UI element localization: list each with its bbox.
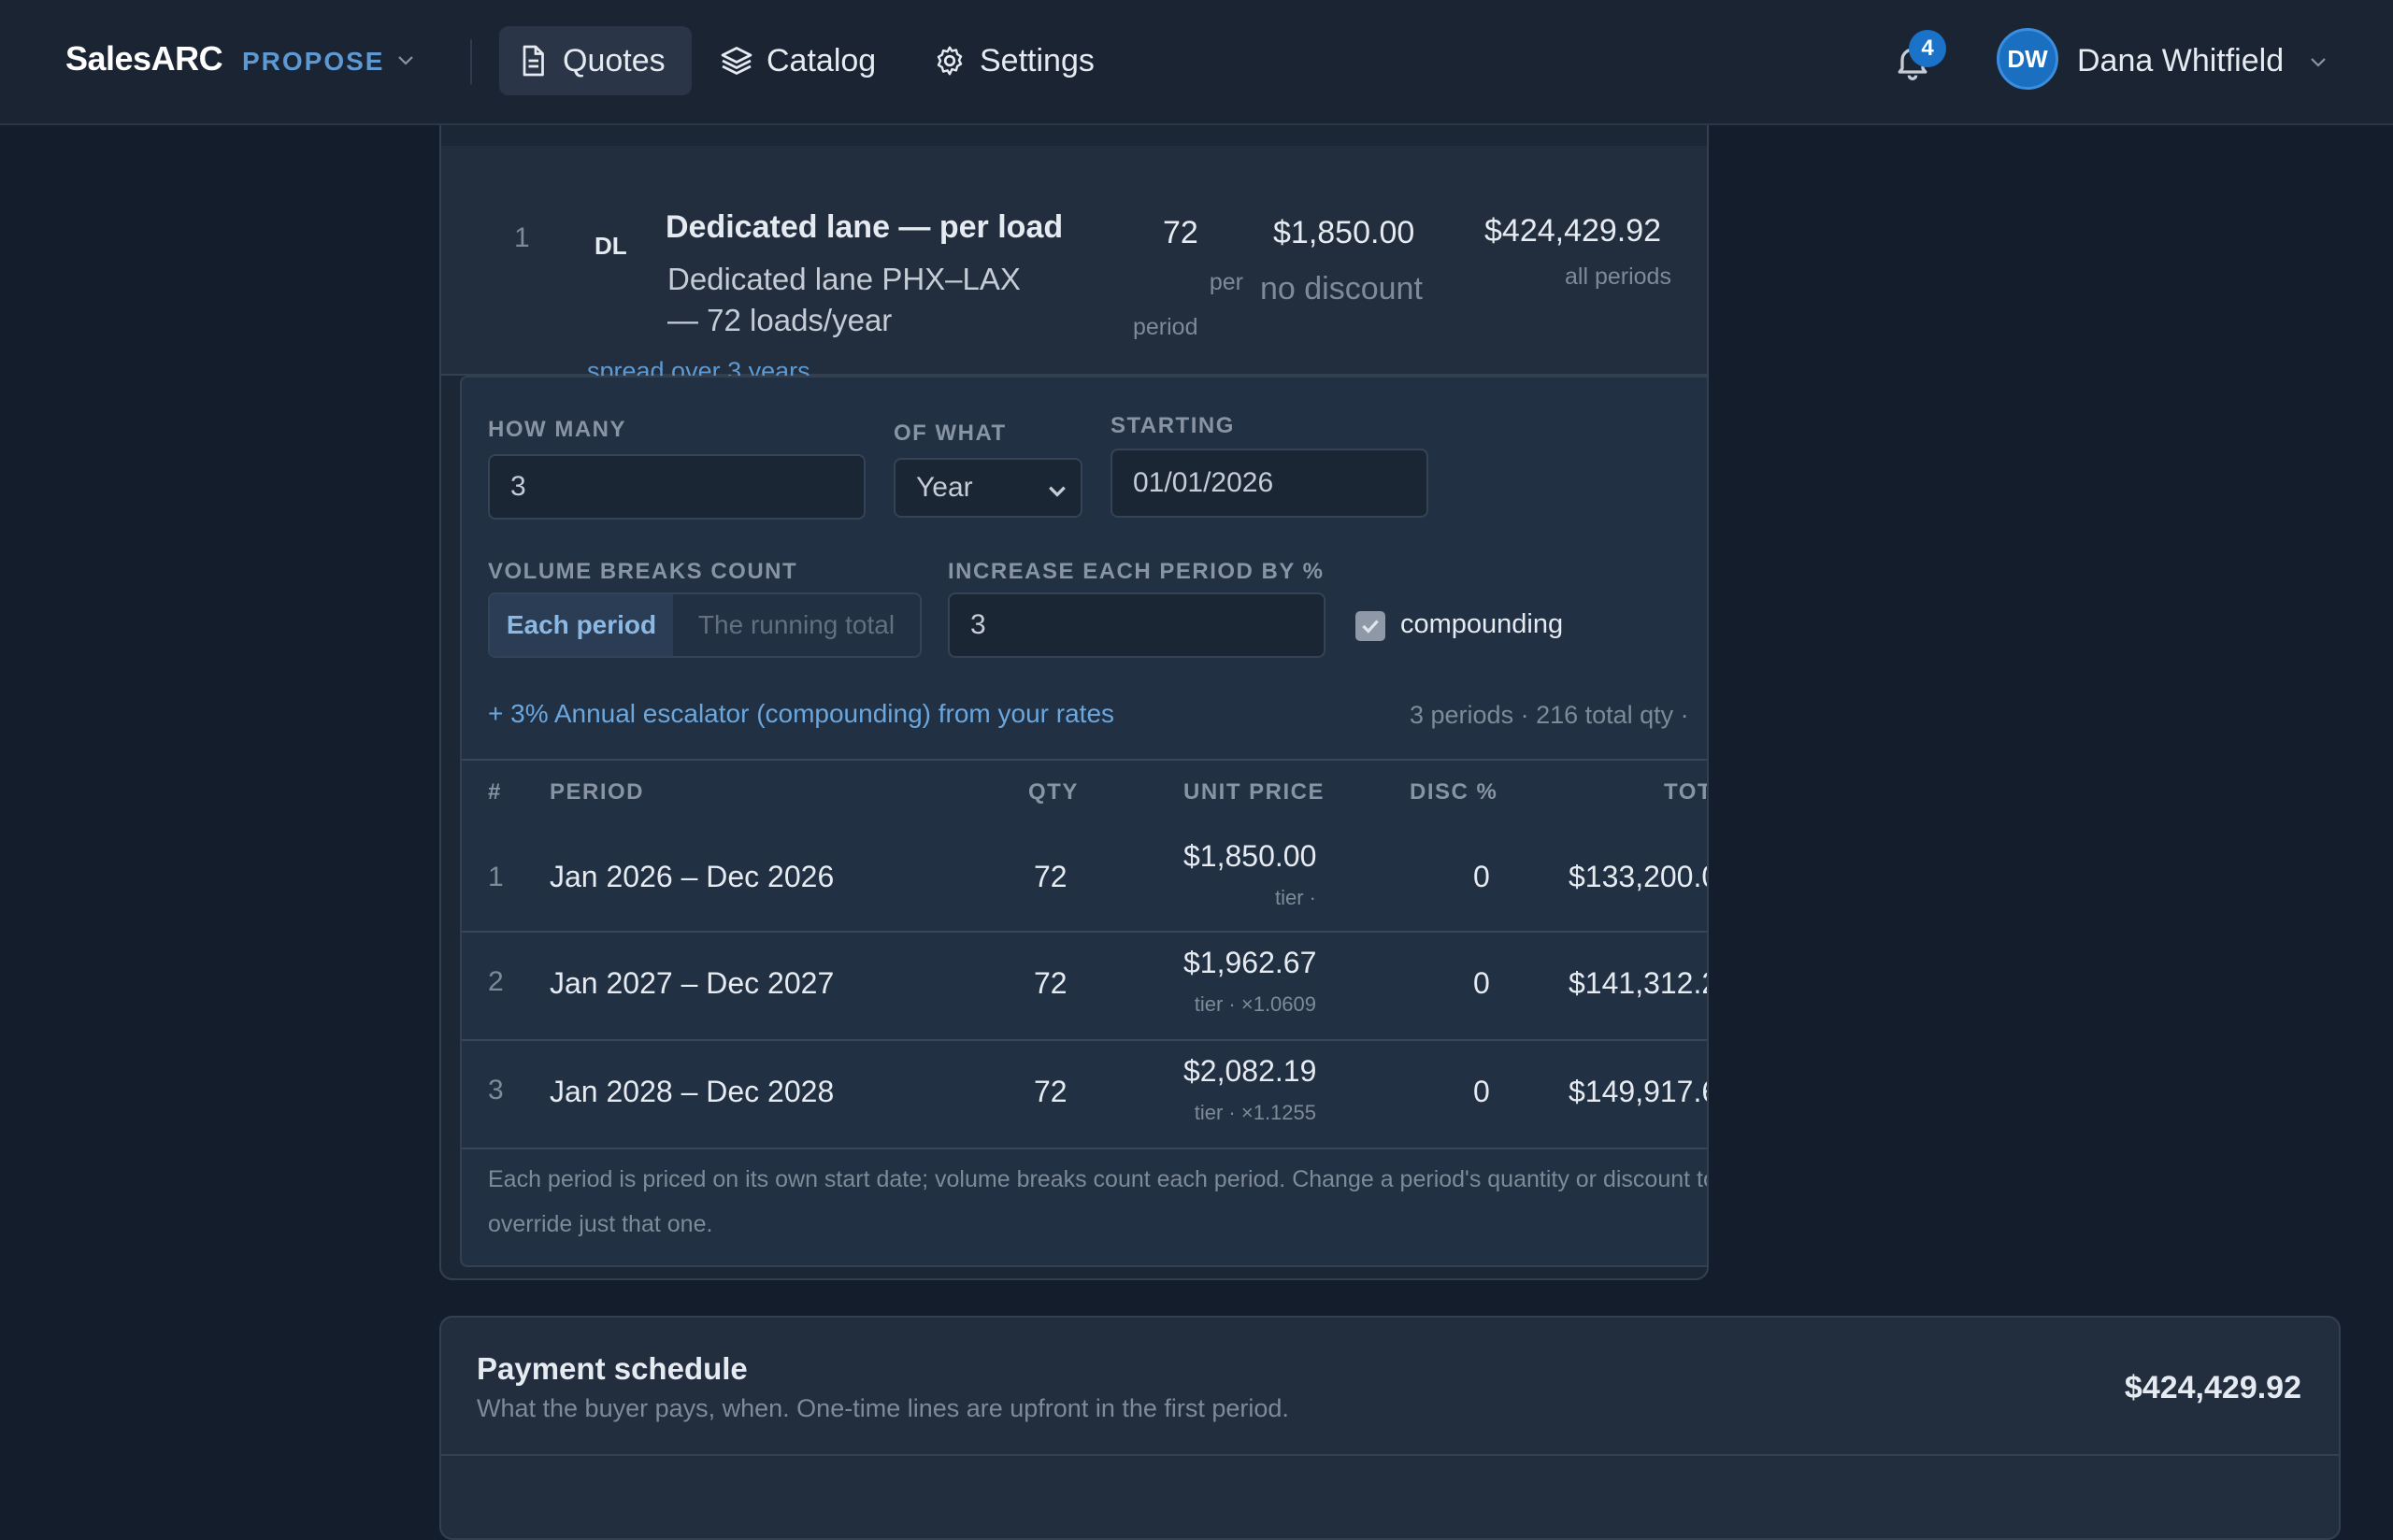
starting-date-input[interactable]: 01/01/2026 [1111, 449, 1428, 518]
top-bar: SalesARC PROPOSE Quotes Catalog Settings… [0, 0, 2393, 125]
row-qty[interactable]: 72 [1034, 1075, 1068, 1109]
payment-divider [441, 1454, 2339, 1456]
nav-catalog[interactable]: Catalog [703, 26, 893, 95]
row-unit-price: $2,082.19 [1183, 1054, 1317, 1088]
payment-schedule-total: $424,429.92 [2124, 1370, 2301, 1405]
spread-summary: 3 periods · 216 total qty · [1410, 701, 1689, 729]
volume-breaks-toggle: Each period The running total [488, 592, 922, 658]
volume-breaks-label: VOLUME BREAKS COUNT [488, 559, 798, 584]
col-total: TOTAL [1664, 779, 1707, 805]
spread-footnote-2: override just that one. [488, 1211, 713, 1237]
table-row[interactable]: 1 Jan 2026 – Dec 2026 72 $1,850.00 tier … [462, 824, 1707, 933]
row-disc[interactable]: 0 [1473, 860, 1490, 894]
payment-schedule-card: Payment schedule What the buyer pays, wh… [439, 1316, 2341, 1540]
line-qty[interactable]: 72 [1163, 215, 1198, 251]
nav-catalog-label: Catalog [767, 42, 877, 78]
compounding-label[interactable]: compounding [1400, 609, 1563, 640]
col-qty: QTY [1028, 779, 1079, 805]
line-discount[interactable]: no discount [1260, 271, 1423, 307]
nav-settings[interactable]: Settings [916, 26, 1111, 95]
nav-settings-label: Settings [980, 42, 1095, 78]
row-disc[interactable]: 0 [1473, 1075, 1490, 1109]
layers-icon [721, 47, 752, 75]
product-switcher[interactable]: PROPOSE [242, 47, 384, 77]
of-what-select[interactable]: Year [894, 458, 1082, 518]
how-many-label: HOW MANY [488, 417, 626, 442]
row-qty[interactable]: 72 [1034, 860, 1068, 894]
row-num: 1 [488, 862, 504, 892]
row-num: 2 [488, 966, 504, 997]
line-title[interactable]: Dedicated lane — per load [666, 209, 1063, 246]
line-index: 1 [514, 222, 530, 253]
brand-logo[interactable]: SalesARC [65, 39, 223, 78]
payment-schedule-title: Payment schedule [477, 1351, 748, 1386]
quote-line-card: 1 DL Dedicated lane — per load Dedicated… [439, 103, 1709, 1280]
row-unit-price: $1,962.67 [1183, 946, 1317, 979]
row-period: Jan 2026 – Dec 2026 [550, 860, 835, 893]
qty-unit-2: period [1133, 314, 1198, 340]
escalator-link[interactable]: + 3% Annual escalator (compounding) from… [488, 699, 1114, 729]
qty-unit: per [1209, 269, 1243, 295]
row-price-note: tier · ×1.0609 [1194, 992, 1316, 1016]
nav-quotes[interactable]: Quotes [499, 26, 692, 95]
table-row[interactable]: 3 Jan 2028 – Dec 2028 72 $2,082.19 tier … [462, 1041, 1707, 1149]
row-disc[interactable]: 0 [1473, 966, 1490, 1001]
row-total: $149,917.68 [1569, 1075, 1707, 1108]
option-each-period[interactable]: Each period [490, 594, 673, 656]
option-running-total[interactable]: The running total [673, 594, 920, 656]
nav-divider [470, 39, 472, 84]
row-period: Jan 2027 – Dec 2027 [550, 966, 835, 1000]
how-many-input[interactable]: 3 [488, 454, 866, 520]
line-item-row[interactable]: 1 DL Dedicated lane — per load Dedicated… [441, 146, 1707, 385]
chevron-down-icon [1049, 486, 1066, 497]
payment-schedule-subtitle: What the buyer pays, when. One-time line… [477, 1394, 1289, 1422]
row-qty[interactable]: 72 [1034, 966, 1068, 1001]
spread-footnote: Each period is priced on its own start d… [488, 1166, 1709, 1192]
line-description-2: — 72 loads/year [667, 303, 893, 337]
row-price-note: tier · [1275, 886, 1316, 909]
row-period: Jan 2028 – Dec 2028 [550, 1075, 835, 1108]
line-total: $424,429.92 [1484, 213, 1662, 249]
row-total: $141,312.24 [1569, 966, 1707, 1000]
increase-percent-input[interactable]: 3 [948, 592, 1325, 658]
line-description: Dedicated lane PHX–LAX [667, 262, 1021, 296]
table-row[interactable]: 2 Jan 2027 – Dec 2027 72 $1,962.67 tier … [462, 933, 1707, 1041]
chevron-down-icon[interactable] [396, 50, 415, 69]
avatar[interactable]: DW [1997, 28, 2058, 90]
increase-label: INCREASE EACH PERIOD BY % [948, 559, 1325, 584]
chevron-down-icon[interactable] [2309, 52, 2328, 71]
row-unit-price: $1,850.00 [1183, 839, 1317, 873]
col-period: PERIOD [550, 779, 645, 805]
user-name[interactable]: Dana Whitfield [2077, 43, 2284, 79]
col-disc: DISC % [1410, 779, 1498, 805]
gear-icon [937, 46, 963, 76]
spread-panel: HOW MANY 3 OF WHAT Year STARTING 01/01/2… [460, 376, 1709, 1267]
row-num: 3 [488, 1075, 504, 1105]
nav-quotes-label: Quotes [563, 42, 666, 78]
row-price-note: tier · ×1.1255 [1194, 1101, 1316, 1124]
starting-label: STARTING [1111, 413, 1235, 438]
periods-table-header: # PERIOD QTY UNIT PRICE DISC % TOTAL [462, 759, 1707, 826]
document-icon [523, 45, 544, 77]
notification-badge: 4 [1909, 30, 1946, 67]
col-num: # [488, 779, 502, 805]
line-total-note: all periods [1565, 264, 1671, 290]
line-unit-price[interactable]: $1,850.00 [1273, 215, 1414, 251]
compounding-checkbox[interactable] [1355, 611, 1385, 641]
of-what-value: Year [916, 472, 973, 503]
product-code-badge: DL [595, 232, 627, 260]
col-unit-price: UNIT PRICE [1183, 779, 1325, 805]
row-total: $133,200.00 [1569, 860, 1707, 893]
check-icon [1362, 620, 1379, 634]
of-what-label: OF WHAT [894, 421, 1007, 446]
